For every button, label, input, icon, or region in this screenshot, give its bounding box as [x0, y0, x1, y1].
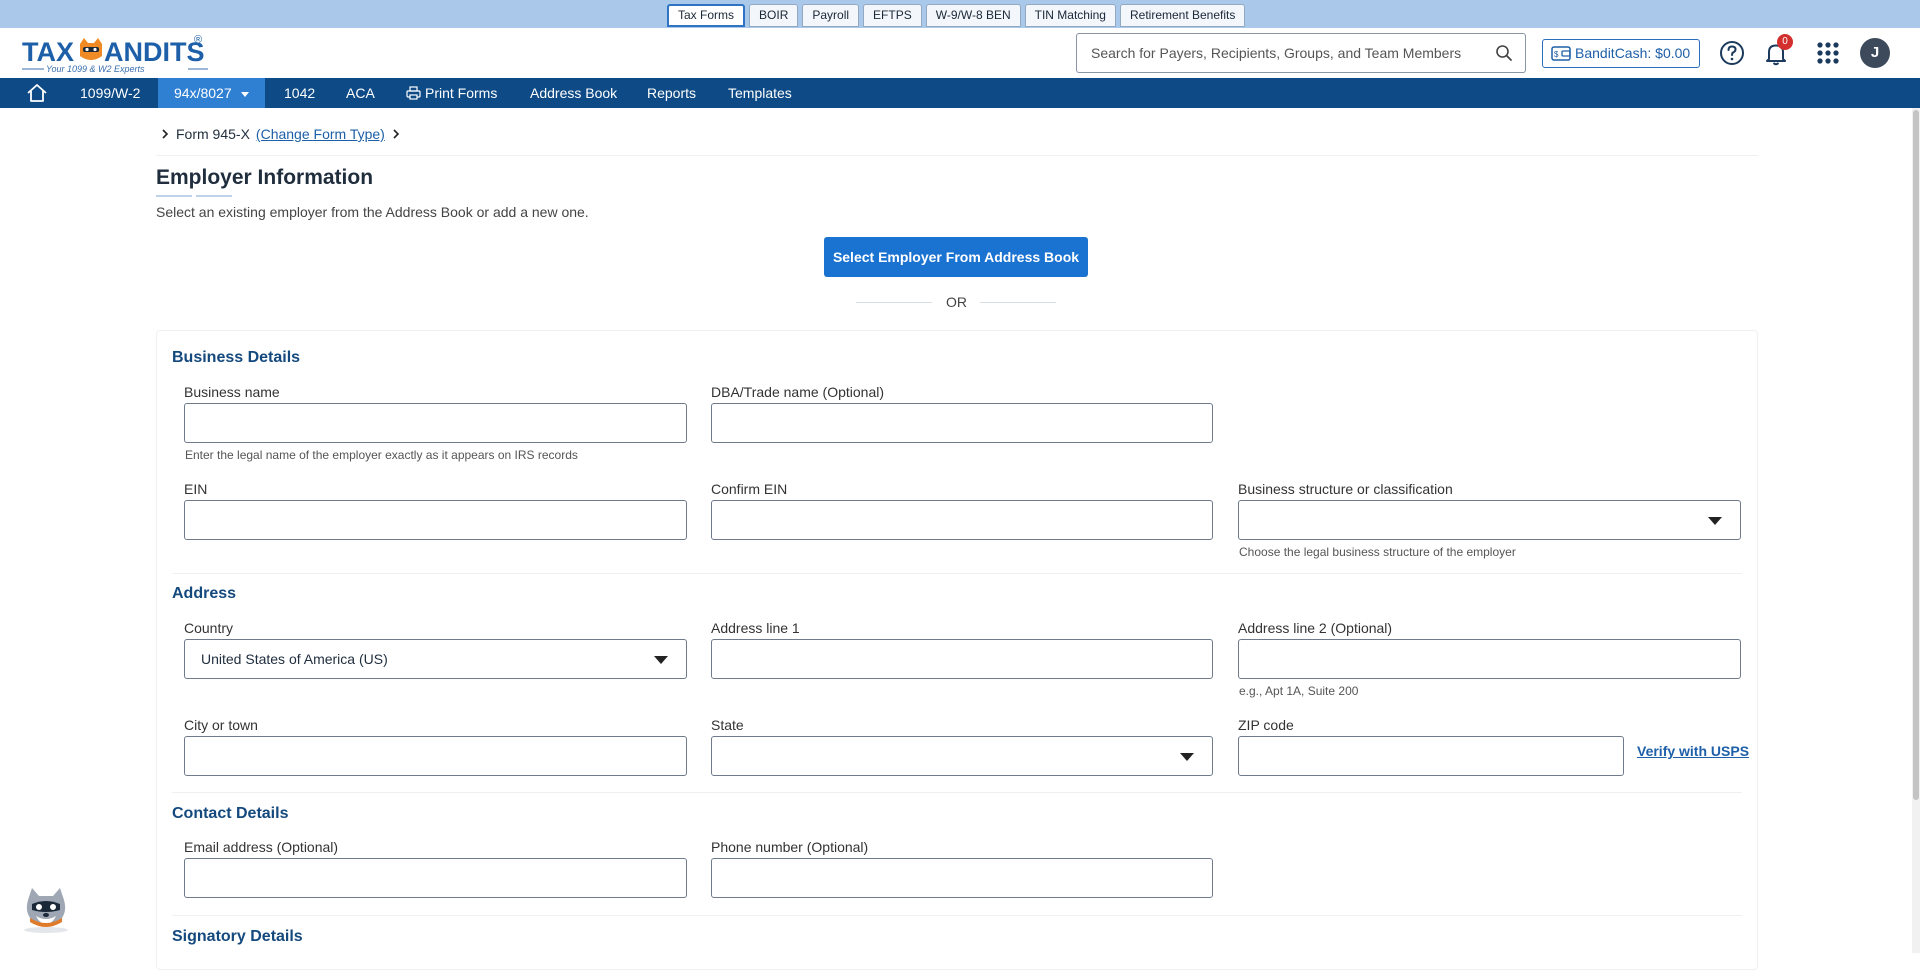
taxbandits-logo[interactable]: TAX ANDITS ® Your 1099 & W2 Experts [22, 32, 208, 74]
phone-label: Phone number (Optional) [711, 839, 869, 855]
ein-input[interactable] [184, 500, 687, 540]
nav-templates[interactable]: Templates [728, 78, 792, 108]
product-tabs-bar: Tax Forms BOIR Payroll EFTPS W-9/W-8 BEN… [0, 0, 1920, 28]
dba-label: DBA/Trade name (Optional) [711, 384, 884, 400]
signatory-details-title: Signatory Details [172, 928, 303, 945]
tab-eftps[interactable]: EFTPS [863, 4, 922, 27]
chevron-right-icon [162, 129, 169, 139]
user-avatar[interactable]: J [1860, 38, 1890, 68]
breadcrumb: Form 945-X (Change Form Type) [160, 126, 401, 142]
section-divider [172, 792, 1742, 793]
confirm-ein-input[interactable] [711, 500, 1213, 540]
nav-reports[interactable]: Reports [647, 78, 696, 108]
country-value: United States of America (US) [201, 651, 388, 667]
tab-payroll[interactable]: Payroll [802, 4, 860, 27]
page-subtitle: Select an existing employer from the Add… [156, 204, 589, 220]
breadcrumb-divider [156, 155, 1758, 156]
search-icon[interactable] [1495, 44, 1513, 62]
title-accent [156, 195, 192, 197]
help-icon[interactable] [1718, 39, 1746, 67]
email-input[interactable] [184, 858, 687, 898]
dba-input[interactable] [711, 403, 1213, 443]
ein-label: EIN [184, 481, 208, 497]
zip-label: ZIP code [1238, 717, 1294, 733]
or-separator: OR [856, 294, 1056, 312]
city-input[interactable] [184, 736, 687, 776]
tab-tin-matching[interactable]: TIN Matching [1024, 4, 1116, 27]
chevron-down-icon [240, 91, 249, 97]
nav-94x-8027[interactable]: 94x/8027 [158, 78, 265, 108]
verify-usps-link[interactable]: Verify with USPS [1637, 743, 1749, 759]
nav-print-forms-label: Print Forms [425, 85, 498, 101]
zip-input[interactable] [1238, 736, 1624, 776]
change-form-type-link[interactable]: (Change Form Type) [256, 126, 385, 142]
svg-text:TAX: TAX [22, 37, 74, 67]
page-title: Employer Information [156, 166, 374, 189]
select-employer-button[interactable]: Select Employer From Address Book [824, 237, 1088, 277]
country-label: Country [184, 620, 234, 636]
notification-count-badge: 0 [1777, 34, 1793, 50]
apps-grid-icon[interactable] [1814, 39, 1842, 67]
tab-retirement-benefits[interactable]: Retirement Benefits [1119, 4, 1246, 27]
logo-tagline: Your 1099 & W2 Experts [46, 64, 145, 74]
confirm-ein-label: Confirm EIN [711, 481, 788, 497]
state-label: State [711, 717, 744, 733]
product-tabs: Tax Forms BOIR Payroll EFTPS W-9/W-8 BEN… [667, 4, 1246, 27]
address-line1-input[interactable] [711, 639, 1213, 679]
or-line-left [856, 302, 932, 303]
search-input[interactable] [1091, 34, 1481, 72]
bandit-cash-button[interactable]: $ BanditCash: $0.00 [1542, 39, 1700, 68]
business-name-input[interactable] [184, 403, 687, 443]
address-line2-label: Address line 2 (Optional) [1238, 620, 1393, 636]
svg-text:®: ® [194, 34, 202, 46]
main-nav: 1099/W-2 94x/8027 1042 ACA Print Forms A… [0, 78, 1920, 108]
global-search [1076, 33, 1526, 73]
section-divider [172, 573, 1742, 574]
email-label: Email address (Optional) [184, 839, 339, 855]
dropdown-caret-icon [1708, 517, 1722, 525]
or-line-right [980, 302, 1056, 303]
country-select[interactable]: United States of America (US) [184, 639, 687, 679]
nav-1099-w2[interactable]: 1099/W-2 [80, 78, 140, 108]
state-select[interactable] [711, 736, 1213, 776]
address-title: Address [172, 585, 237, 602]
business-name-hint: Enter the legal name of the employer exa… [185, 448, 578, 462]
business-structure-label: Business structure or classification [1238, 481, 1453, 497]
section-divider [172, 915, 1742, 916]
scrollbar-thumb[interactable] [1913, 110, 1919, 800]
chevron-right-icon [393, 129, 399, 139]
dropdown-caret-icon [654, 656, 668, 664]
address-line1-label: Address line 1 [711, 620, 800, 636]
phone-input[interactable] [711, 858, 1213, 898]
business-structure-select[interactable] [1238, 500, 1741, 540]
dropdown-caret-icon [1180, 753, 1194, 761]
svg-text:ANDITS: ANDITS [104, 37, 205, 67]
wallet-icon: $ [1551, 46, 1571, 61]
svg-text:$: $ [1554, 50, 1559, 59]
city-label: City or town [184, 717, 258, 733]
nav-print-forms[interactable]: Print Forms [406, 78, 497, 108]
nav-1042[interactable]: 1042 [284, 78, 315, 108]
business-structure-hint: Choose the legal business structure of t… [1239, 545, 1516, 559]
printer-icon [406, 86, 421, 100]
or-text: OR [946, 294, 967, 310]
business-name-label: Business name [184, 384, 280, 400]
bandit-cash-label: BanditCash: $0.00 [1575, 45, 1691, 61]
business-details-title: Business Details [172, 349, 301, 366]
address-line2-input[interactable] [1238, 639, 1741, 679]
app-header: TAX ANDITS ® Your 1099 & W2 Experts $ [0, 28, 1920, 78]
address-line2-hint: e.g., Apt 1A, Suite 200 [1239, 684, 1359, 698]
nav-address-book[interactable]: Address Book [530, 78, 617, 108]
nav-aca[interactable]: ACA [346, 78, 375, 108]
mascot-chat-icon[interactable] [18, 882, 74, 934]
home-icon[interactable] [26, 83, 48, 103]
breadcrumb-form: Form 945-X [176, 126, 250, 142]
tab-tax-forms[interactable]: Tax Forms [667, 4, 746, 27]
tab-boir[interactable]: BOIR [749, 4, 799, 27]
contact-details-title: Contact Details [172, 805, 289, 822]
title-accent [196, 195, 232, 197]
tab-w9-w8ben[interactable]: W-9/W-8 BEN [925, 4, 1021, 27]
nav-94x-8027-label: 94x/8027 [174, 85, 232, 101]
